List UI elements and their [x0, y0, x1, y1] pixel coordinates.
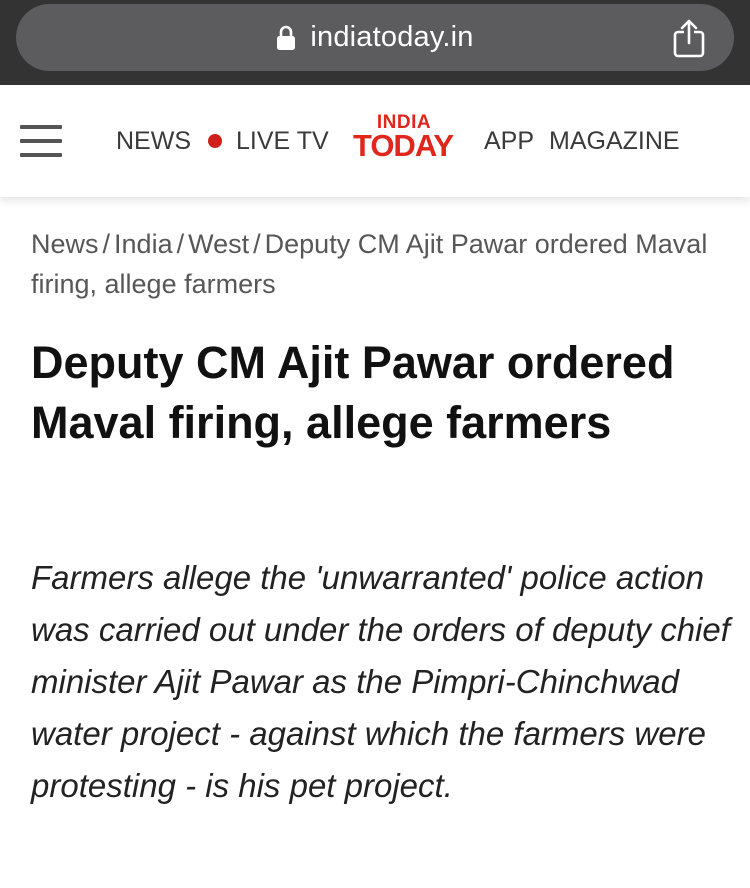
article-summary: Farmers allege the 'unwarranted' police … — [31, 559, 730, 804]
breadcrumb-news[interactable]: News — [31, 229, 99, 259]
india-today-logo[interactable]: INDIA TODAY — [346, 113, 460, 165]
breadcrumb-separator: / — [253, 229, 261, 259]
lock-icon — [276, 25, 296, 51]
url-text: indiatoday.in — [310, 21, 474, 53]
breadcrumb-india[interactable]: India — [114, 229, 173, 259]
breadcrumb-separator: / — [176, 229, 185, 259]
live-dot-icon — [208, 134, 222, 148]
breadcrumb-separator: / — [102, 229, 111, 259]
nav-live-tv[interactable]: LIVE TV — [236, 125, 329, 157]
nav-magazine[interactable]: MAGAZINE — [549, 125, 680, 157]
article-headline: Deputy CM Ajit Pawar ordered Maval firin… — [31, 337, 675, 448]
breadcrumb-west[interactable]: West — [188, 229, 249, 259]
hamburger-icon[interactable] — [20, 125, 62, 157]
logo-line-2: TODAY — [352, 128, 454, 163]
share-icon[interactable] — [672, 18, 706, 58]
url-display: indiatoday.in — [16, 4, 734, 71]
browser-address-bar: indiatoday.in — [0, 0, 750, 85]
nav-app[interactable]: APP — [484, 125, 534, 157]
url-field[interactable]: indiatoday.in — [16, 4, 734, 71]
nav-news[interactable]: NEWS — [116, 125, 191, 157]
site-header: NEWS LIVE TV INDIA TODAY APP MAGAZINE — [0, 85, 750, 197]
breadcrumb: News / India / West / Deputy CM Ajit Pawar ord… — [31, 224, 731, 304]
